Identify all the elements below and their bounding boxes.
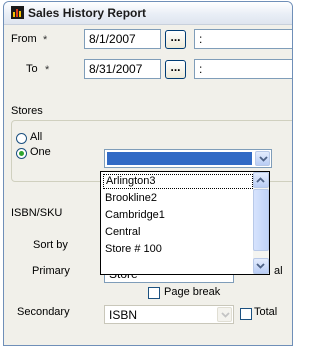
from-time-field[interactable]: : xyxy=(194,29,292,49)
clipped-label: al xyxy=(274,265,283,277)
from-label: From xyxy=(11,33,37,45)
scroll-down-button[interactable] xyxy=(253,258,269,274)
stores-label: Stores xyxy=(11,105,43,117)
list-item[interactable]: Arlington3 xyxy=(103,174,253,189)
list-item[interactable]: Central xyxy=(103,225,140,240)
store-combo-dropdown-button[interactable] xyxy=(255,151,270,166)
title-bar[interactable]: Sales History Report xyxy=(4,2,292,25)
total-checkbox[interactable] xyxy=(240,308,252,320)
dropdown-scrollbar[interactable] xyxy=(253,172,269,274)
primary-label: Primary xyxy=(32,265,70,277)
store-dropdown-list[interactable]: Arlington3 Brookline2 Cambridge1 Central… xyxy=(100,171,270,275)
to-date-picker-button[interactable]: ... xyxy=(165,60,186,79)
report-icon xyxy=(11,6,24,19)
total-label: Total xyxy=(254,306,278,318)
to-date-field[interactable]: 8/31/2007 xyxy=(84,59,161,79)
secondary-sort-combo[interactable]: ISBN xyxy=(104,305,234,324)
scroll-up-button[interactable] xyxy=(253,172,269,188)
isbn-label: ISBN/SKU xyxy=(11,207,63,219)
stores-all-radio[interactable] xyxy=(16,133,27,144)
to-time-field[interactable]: : xyxy=(194,59,292,79)
store-combo-selection xyxy=(107,152,252,165)
from-date-picker-button[interactable]: ... xyxy=(165,30,186,49)
list-item[interactable]: Cambridge1 xyxy=(103,208,165,223)
from-required-mark: * xyxy=(43,34,48,46)
stores-all-label: All xyxy=(30,131,43,143)
page-break-label: Page break xyxy=(164,286,221,298)
secondary-label: Secondary xyxy=(17,306,70,318)
to-required-mark: * xyxy=(45,64,50,76)
stores-one-radio[interactable] xyxy=(16,148,27,159)
sort-by-label: Sort by xyxy=(33,239,68,251)
secondary-sort-value: ISBN xyxy=(109,308,138,322)
radio-selected-dot xyxy=(19,151,24,156)
chevron-down-icon xyxy=(256,263,265,269)
store-combo[interactable] xyxy=(104,149,272,168)
stores-one-label: One xyxy=(30,146,51,158)
chevron-down-icon xyxy=(259,156,268,162)
list-item[interactable]: Brookline2 xyxy=(103,191,157,206)
page-break-checkbox[interactable] xyxy=(148,287,160,299)
chevron-down-icon xyxy=(221,312,230,318)
from-date-field[interactable]: 8/1/2007 xyxy=(84,29,161,49)
list-item[interactable]: Store # 100 xyxy=(103,242,162,257)
scroll-thumb[interactable] xyxy=(253,189,269,251)
chevron-up-icon xyxy=(256,177,265,183)
secondary-dropdown-button[interactable] xyxy=(217,307,232,322)
window-title: Sales History Report xyxy=(28,6,147,20)
to-label: To xyxy=(26,63,38,75)
